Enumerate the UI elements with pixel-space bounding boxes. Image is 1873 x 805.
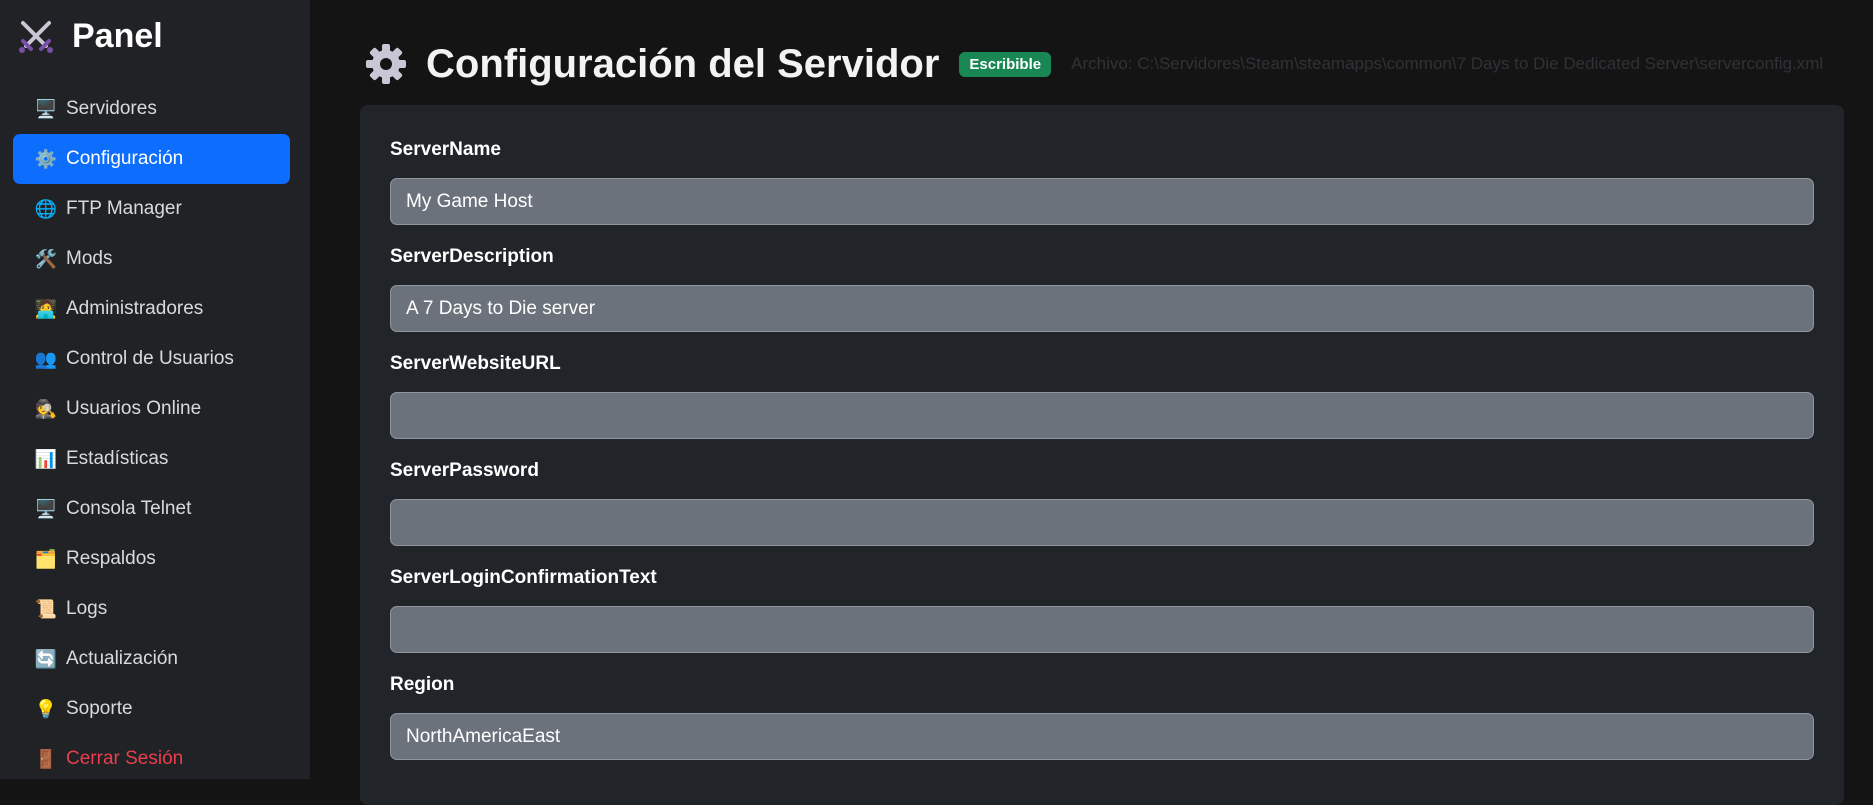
server-name-input[interactable] bbox=[390, 178, 1814, 225]
field-server-login-confirmation-text: ServerLoginConfirmationText bbox=[390, 566, 1814, 653]
sidebar-item-actualizacion[interactable]: 🔄 Actualización bbox=[13, 634, 290, 684]
sidebar-item-mods[interactable]: 🛠️ Mods bbox=[13, 234, 290, 284]
sidebar-item-cerrar-sesion[interactable]: 🚪 Cerrar Sesión bbox=[13, 734, 290, 784]
sidebar-item-logs[interactable]: 📜 Logs bbox=[13, 584, 290, 634]
status-badge: Escribible bbox=[959, 51, 1052, 77]
detective-icon: 🕵️ bbox=[34, 399, 58, 419]
globe-icon: 🌐 bbox=[34, 199, 58, 219]
sidebar-item-label: Respaldos bbox=[66, 548, 156, 569]
bar-chart-icon: 📊 bbox=[34, 449, 58, 469]
sidebar-item-usuarios-online[interactable]: 🕵️ Usuarios Online bbox=[13, 384, 290, 434]
brand-title: Panel bbox=[72, 16, 163, 55]
field-server-name: ServerName bbox=[390, 138, 1814, 225]
sidebar-item-label: Mods bbox=[66, 248, 113, 269]
sidebar-item-respaldos[interactable]: 🗂️ Respaldos bbox=[13, 534, 290, 584]
scroll-icon: 📜 bbox=[34, 599, 58, 619]
server-description-input[interactable] bbox=[390, 285, 1814, 332]
page-title: Configuración del Servidor bbox=[426, 41, 940, 86]
sidebar-item-label: Estadísticas bbox=[66, 448, 169, 469]
refresh-icon: 🔄 bbox=[34, 649, 58, 669]
sidebar-item-consola-telnet[interactable]: 🖥️ Consola Telnet bbox=[13, 484, 290, 534]
sidebar: Panel 🖥️ Servidores ⚙️ Configuración 🌐 F… bbox=[0, 0, 310, 779]
field-label: Region bbox=[390, 674, 455, 695]
sidebar-item-label: Actualización bbox=[66, 648, 178, 669]
sidebar-item-label: Soporte bbox=[66, 698, 133, 719]
door-icon: 🚪 bbox=[34, 749, 58, 769]
sidebar-item-label: Usuarios Online bbox=[66, 398, 202, 419]
users-icon: 👥 bbox=[34, 349, 58, 369]
field-region: Region bbox=[390, 673, 1814, 760]
sidebar-nav: 🖥️ Servidores ⚙️ Configuración 🌐 FTP Man… bbox=[13, 84, 290, 784]
sidebar-item-estadisticas[interactable]: 📊 Estadísticas bbox=[13, 434, 290, 484]
field-label: ServerName bbox=[390, 139, 501, 160]
field-label: ServerPassword bbox=[390, 460, 539, 481]
file-path: Archivo: C:\Servidores\Steam\steamapps\c… bbox=[1071, 54, 1824, 73]
monitor-icon: 🖥️ bbox=[34, 499, 58, 519]
sidebar-item-control-de-usuarios[interactable]: 👥 Control de Usuarios bbox=[13, 334, 290, 384]
region-input[interactable] bbox=[390, 713, 1814, 760]
field-label: ServerLoginConfirmationText bbox=[390, 567, 657, 588]
server-website-url-input[interactable] bbox=[390, 392, 1814, 439]
gear-icon: ⚙️ bbox=[34, 149, 58, 169]
sidebar-item-servidores[interactable]: 🖥️ Servidores bbox=[13, 84, 290, 134]
technologist-icon: 🧑‍💻 bbox=[34, 299, 58, 319]
sidebar-item-soporte[interactable]: 💡 Soporte bbox=[13, 684, 290, 734]
crossed-swords-icon bbox=[16, 16, 56, 56]
field-server-description: ServerDescription bbox=[390, 245, 1814, 332]
sidebar-item-administradores[interactable]: 🧑‍💻 Administradores bbox=[13, 284, 290, 334]
config-card: ServerName ServerDescription ServerWebsi… bbox=[360, 105, 1844, 805]
server-login-confirmation-text-input[interactable] bbox=[390, 606, 1814, 653]
sidebar-item-label: Cerrar Sesión bbox=[66, 748, 184, 769]
field-label: ServerWebsiteURL bbox=[390, 353, 561, 374]
sidebar-item-label: Administradores bbox=[66, 298, 204, 319]
page-header: Configuración del Servidor Escribible Ar… bbox=[364, 36, 1823, 92]
sidebar-item-configuracion[interactable]: ⚙️ Configuración bbox=[13, 134, 290, 184]
tools-icon: 🛠️ bbox=[34, 249, 58, 269]
sidebar-item-label: Control de Usuarios bbox=[66, 348, 234, 369]
server-password-input[interactable] bbox=[390, 499, 1814, 546]
sidebar-item-label: Servidores bbox=[66, 98, 157, 119]
field-server-website-url: ServerWebsiteURL bbox=[390, 352, 1814, 439]
sidebar-item-label: Logs bbox=[66, 598, 108, 619]
folder-icon: 🗂️ bbox=[34, 549, 58, 569]
field-label: ServerDescription bbox=[390, 246, 554, 267]
sidebar-item-label: Consola Telnet bbox=[66, 498, 192, 519]
brand[interactable]: Panel bbox=[16, 14, 163, 58]
field-server-password: ServerPassword bbox=[390, 459, 1814, 546]
sidebar-item-ftp-manager[interactable]: 🌐 FTP Manager bbox=[13, 184, 290, 234]
sidebar-item-label: FTP Manager bbox=[66, 198, 182, 219]
sidebar-item-label: Configuración bbox=[66, 148, 184, 169]
lightbulb-icon: 💡 bbox=[34, 699, 58, 719]
gear-icon bbox=[364, 42, 408, 86]
monitor-icon: 🖥️ bbox=[34, 99, 58, 119]
